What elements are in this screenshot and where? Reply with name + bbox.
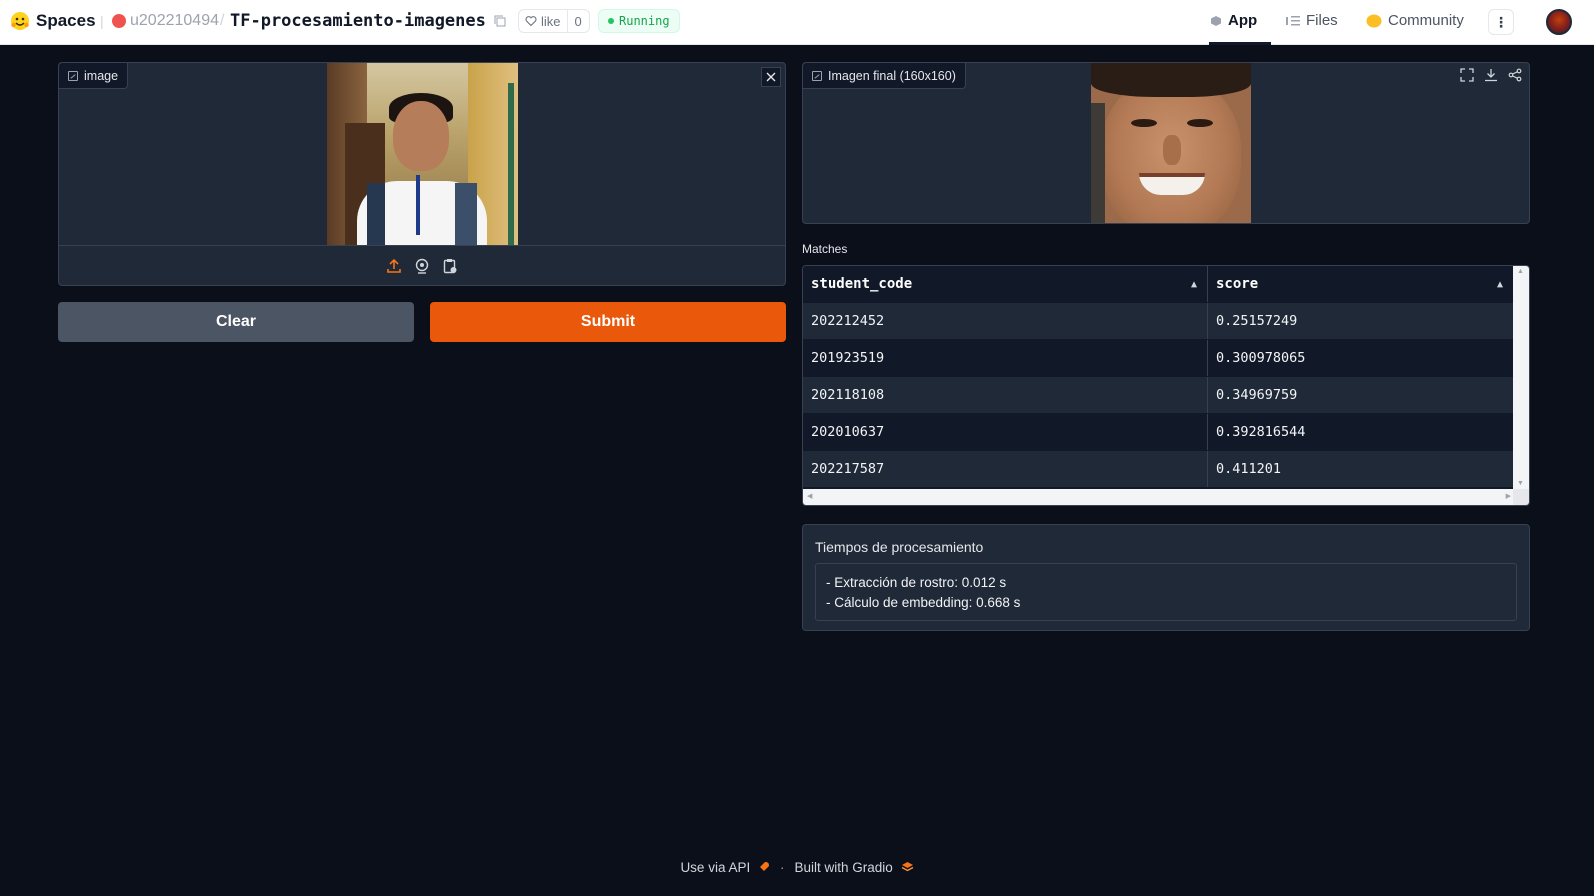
submit-button[interactable]: Submit: [430, 302, 786, 342]
input-image-label: image: [59, 63, 129, 89]
tab-app[interactable]: App: [1210, 12, 1257, 29]
footer: Use via API · Built with Gradio: [0, 860, 1594, 875]
image-icon: [68, 70, 78, 81]
sort-arrow-icon[interactable]: ▲: [1191, 279, 1197, 290]
processing-times-label: Tiempos de procesamiento: [815, 539, 984, 555]
table-row: 202217587 0.411201: [803, 451, 1513, 488]
output-image-label: Imagen final (160x160): [803, 63, 966, 89]
hugging-face-logo-icon[interactable]: [10, 11, 30, 31]
cell-score[interactable]: 0.34969759: [1208, 377, 1513, 413]
cell-student-code[interactable]: 201923519: [803, 340, 1208, 376]
face-extraction-time: - Extracción de rostro: 0.012 s: [826, 575, 1007, 590]
input-image-label-text: image: [84, 68, 119, 83]
tab-app-label: App: [1228, 12, 1258, 29]
table-row: 202010637 0.392816544: [803, 414, 1513, 451]
clipboard-icon[interactable]: [442, 258, 458, 274]
uploaded-photo: [327, 63, 518, 245]
fullscreen-icon[interactable]: [1459, 67, 1475, 83]
spaces-link[interactable]: Spaces: [36, 11, 96, 31]
output-image-label-text: Imagen final (160x160): [828, 68, 956, 83]
scroll-left-icon[interactable]: ◀: [807, 492, 812, 500]
column-header-score[interactable]: score ▲: [1208, 266, 1513, 302]
table-row: 202118108 0.34969759: [803, 377, 1513, 414]
vertical-scrollbar[interactable]: ▲ ▼: [1513, 266, 1529, 489]
cell-student-code[interactable]: 202118108: [803, 377, 1208, 413]
processing-times-output[interactable]: - Extracción de rostro: 0.012 s - Cálcul…: [815, 563, 1517, 621]
cell-score[interactable]: 0.25157249: [1208, 303, 1513, 339]
cell-student-code[interactable]: 202217587: [803, 451, 1208, 487]
column-header-student-code[interactable]: student_code ▲: [803, 266, 1208, 302]
input-image-panel[interactable]: image: [58, 62, 786, 286]
more-options-icon[interactable]: ⋮: [1488, 9, 1514, 35]
scrollbar-corner: [1513, 489, 1529, 505]
embedding-time: - Cálculo de embedding: 0.668 s: [826, 595, 1021, 610]
gradio-logo-icon: [901, 862, 913, 872]
clear-button[interactable]: Clear: [58, 302, 414, 342]
use-via-api-link[interactable]: Use via API: [680, 860, 770, 875]
active-tab-indicator: [1209, 42, 1271, 45]
table-header: student_code ▲ score ▲: [803, 266, 1513, 303]
rocket-icon: [759, 862, 769, 871]
scroll-down-icon[interactable]: ▼: [1517, 480, 1524, 487]
download-icon[interactable]: [1483, 67, 1499, 83]
scroll-up-icon[interactable]: ▲: [1517, 268, 1524, 275]
table-row: 201923519 0.300978065: [803, 340, 1513, 377]
share-icon[interactable]: [1507, 67, 1523, 83]
image-source-toolbar: [59, 246, 785, 285]
space-name-link[interactable]: TF-procesamiento-imagenes: [230, 11, 486, 31]
tab-community[interactable]: Community: [1366, 12, 1464, 29]
user-avatar-dot[interactable]: [112, 14, 126, 28]
hf-topbar: Spaces | u202210494 / TF-procesamiento-i…: [0, 0, 1594, 45]
community-icon: [1366, 14, 1382, 27]
cell-student-code[interactable]: 202212452: [803, 303, 1208, 339]
matches-table: student_code ▲ score ▲ 202212452 0.25157…: [802, 265, 1530, 506]
image-icon: [812, 70, 822, 81]
heart-icon: [525, 16, 537, 27]
cell-score[interactable]: 0.411201: [1208, 451, 1513, 487]
webcam-icon[interactable]: [414, 258, 430, 274]
files-icon: [1286, 15, 1300, 25]
user-avatar[interactable]: [1546, 9, 1572, 35]
processing-times-panel: Tiempos de procesamiento - Extracción de…: [802, 524, 1530, 631]
scroll-right-icon[interactable]: ▶: [1506, 492, 1511, 500]
sort-arrow-icon[interactable]: ▲: [1497, 279, 1503, 290]
clear-image-close-icon[interactable]: [761, 67, 781, 87]
built-with-gradio-link[interactable]: Built with Gradio: [794, 860, 913, 875]
like-button[interactable]: like 0: [518, 9, 590, 33]
tab-community-label: Community: [1388, 12, 1464, 29]
status-text: Running: [619, 14, 670, 28]
path-separator: /: [220, 12, 225, 29]
footer-separator: ·: [779, 860, 785, 875]
like-count: 0: [574, 13, 582, 29]
status-badge[interactable]: Running: [598, 9, 680, 33]
status-dot-icon: [608, 18, 614, 24]
cropped-face-photo: [1091, 63, 1251, 223]
table-row: 202212452 0.25157249: [803, 303, 1513, 340]
upload-icon[interactable]: [386, 258, 402, 274]
copy-icon[interactable]: [494, 15, 506, 27]
cell-score[interactable]: 0.392816544: [1208, 414, 1513, 450]
tab-files[interactable]: Files: [1286, 12, 1338, 29]
output-toolbar: [1459, 67, 1523, 83]
horizontal-scrollbar[interactable]: ◀ ▶: [803, 489, 1515, 505]
like-label: like: [541, 13, 561, 29]
cell-score[interactable]: 0.300978065: [1208, 340, 1513, 376]
output-image-panel: Imagen final (160x160): [802, 62, 1530, 224]
space-owner-link[interactable]: u202210494: [130, 12, 219, 30]
tab-files-label: Files: [1306, 12, 1338, 29]
header-divider: |: [100, 13, 104, 29]
matches-label: Matches: [802, 242, 848, 256]
cell-student-code[interactable]: 202010637: [803, 414, 1208, 450]
cube-icon: [1211, 15, 1221, 26]
